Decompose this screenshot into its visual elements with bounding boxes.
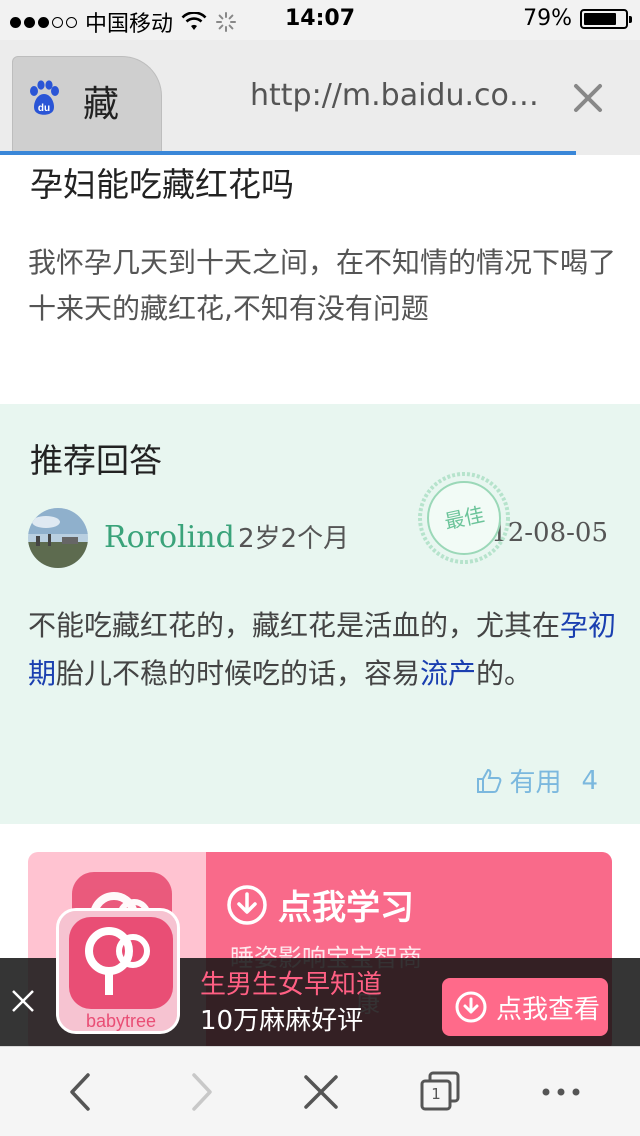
best-answer-badge: 最佳 bbox=[416, 470, 512, 566]
battery-percent: 79% bbox=[523, 6, 572, 31]
browser-toolbar: 1 bbox=[0, 1046, 640, 1136]
back-icon[interactable] bbox=[58, 1069, 104, 1115]
banner-line-1: 生男生女早知道 bbox=[200, 970, 383, 1000]
baidu-paw-icon: du bbox=[30, 80, 59, 115]
battery-icon bbox=[580, 8, 632, 29]
banner-cta-button[interactable]: 点我查看 bbox=[442, 978, 608, 1036]
more-icon[interactable] bbox=[538, 1069, 584, 1115]
page-load-progress bbox=[0, 151, 576, 155]
status-bar: 中国移动 14:07 79% bbox=[0, 0, 640, 40]
useful-label: 有用 bbox=[509, 768, 562, 798]
svg-text:du: du bbox=[38, 103, 50, 114]
screen: { "status_bar": { "carrier": "中国移动", "ti… bbox=[0, 0, 640, 1136]
status-right: 79% bbox=[523, 6, 632, 31]
question-title: 孕妇能吃藏红花吗 bbox=[30, 165, 294, 204]
tab-title: 藏 bbox=[83, 84, 120, 125]
answer-text-2: 胎儿不稳的时候吃的话，容易 bbox=[56, 657, 421, 690]
recommended-answer: 推荐回答 Rorolind 2岁2个月 2012-08-05 最佳 不能吃藏红花… bbox=[0, 404, 640, 824]
answer-body: 不能吃藏红花的，藏红花是活血的，尤其在孕初期胎儿不稳的时候吃的话，容易流产的。 bbox=[28, 602, 618, 698]
browser-tab[interactable]: du 藏 bbox=[12, 56, 162, 154]
answer-text-1: 不能吃藏红花的，藏红花是活血的，尤其在 bbox=[28, 609, 561, 642]
babytree-app-icon[interactable]: babytree bbox=[56, 908, 180, 1034]
close-icon[interactable] bbox=[570, 80, 606, 116]
link-miscarriage[interactable]: 流产 bbox=[420, 657, 476, 690]
app-name-text: babytree bbox=[86, 1011, 156, 1031]
avatar[interactable] bbox=[28, 508, 88, 568]
ad-cta[interactable]: 点我学习 bbox=[226, 880, 414, 929]
answer-heading: 推荐回答 bbox=[30, 441, 162, 480]
banner-cta-label: 点我查看 bbox=[496, 994, 601, 1025]
ad-cta-label: 点我学习 bbox=[278, 888, 414, 928]
download-icon bbox=[227, 884, 267, 925]
forward-icon[interactable] bbox=[178, 1069, 224, 1115]
tab-count: 1 bbox=[431, 1085, 441, 1103]
answer-text-3: 的。 bbox=[476, 657, 533, 690]
tabs-button[interactable]: 1 bbox=[418, 1069, 464, 1115]
url-display[interactable]: http://m.baidu.co… bbox=[250, 78, 539, 113]
app-promo-banner: babytree 生男生女早知道 10万麻麻好评 点我查看 bbox=[0, 908, 640, 1046]
banner-line-2: 10万麻麻好评 bbox=[200, 1006, 364, 1036]
download-icon bbox=[455, 991, 487, 1023]
question-body: 我怀孕几天到十天之间，在不知情的情况下喝了十来天的藏红花,不知有没有问题 bbox=[28, 246, 617, 325]
user-experience: 2岁2个月 bbox=[238, 524, 350, 554]
useful-button[interactable]: 有用 4 bbox=[475, 762, 598, 799]
answer-username[interactable]: Rorolind bbox=[104, 520, 235, 555]
close-banner-icon[interactable] bbox=[10, 988, 36, 1014]
useful-count: 4 bbox=[581, 765, 598, 796]
browser-tab-bar: du 藏 http://m.baidu.co… bbox=[0, 40, 640, 155]
thumbs-up-icon bbox=[477, 768, 502, 793]
stop-icon[interactable] bbox=[298, 1069, 344, 1115]
